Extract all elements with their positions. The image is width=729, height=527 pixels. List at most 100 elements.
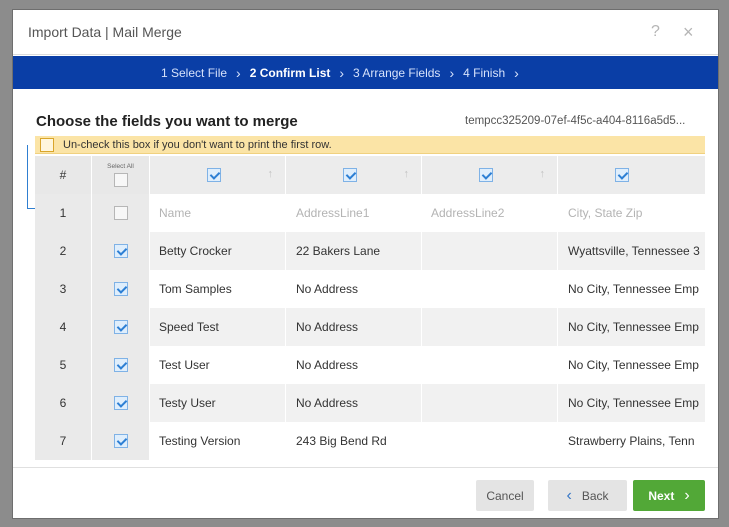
column-include-checkbox[interactable] xyxy=(615,168,629,182)
table-cell: Test User xyxy=(150,346,286,384)
select-all-label: Select All xyxy=(107,163,134,170)
table-cell: 22 Bakers Lane xyxy=(286,232,422,270)
connector-line xyxy=(27,145,28,209)
wizard-step-arrange-fields[interactable]: 3 Arrange Fields xyxy=(353,66,440,80)
chevron-right-icon: › xyxy=(684,486,690,504)
row-number: 1 xyxy=(35,194,92,232)
back-button[interactable]: ‹ Back xyxy=(548,480,627,511)
table-cell: Tom Samples xyxy=(150,270,286,308)
column-header-field-2: ↑ xyxy=(286,156,422,194)
table-row: 3 Tom Samples No Address No City, Tennes… xyxy=(35,270,705,308)
notice-text: Un-check this box if you don't want to p… xyxy=(63,139,332,151)
table-cell: AddressLine2 xyxy=(422,194,558,232)
wizard-step-confirm-list[interactable]: 2 Confirm List xyxy=(250,66,331,80)
wizard-steps-bar: 1 Select File › 2 Confirm List › 3 Arran… xyxy=(13,56,718,89)
table-row: 6 Testy User No Address No City, Tenness… xyxy=(35,384,705,422)
first-row-notice: Un-check this box if you don't want to p… xyxy=(35,136,705,154)
cancel-button[interactable]: Cancel xyxy=(476,480,534,511)
row-number: 6 xyxy=(35,384,92,422)
column-header-field-3: ↑ xyxy=(422,156,558,194)
table-row: 2 Betty Crocker 22 Bakers Lane Wyattsvil… xyxy=(35,232,705,270)
row-checkbox-cell xyxy=(92,270,150,308)
table-cell: City, State Zip xyxy=(558,194,705,232)
select-all-checkbox[interactable] xyxy=(113,173,128,187)
chevron-right-icon: › xyxy=(339,64,345,81)
row-number: 2 xyxy=(35,232,92,270)
dialog-title: Import Data | Mail Merge xyxy=(28,24,182,40)
row-checkbox-cell xyxy=(92,232,150,270)
table-cell: No City, Tennessee Emp xyxy=(558,346,705,384)
sort-arrow-icon[interactable]: ↑ xyxy=(268,168,274,180)
row-checkbox[interactable] xyxy=(113,244,128,258)
table-cell: 243 Big Bend Rd xyxy=(286,422,422,460)
column-include-checkbox[interactable] xyxy=(207,168,221,182)
table-header-row: # Select All ↑ ↑ ↑ ↑ xyxy=(35,156,705,194)
dialog-footer: Cancel ‹ Back Next › xyxy=(13,467,718,518)
table-cell xyxy=(422,308,558,346)
row-checkbox-cell xyxy=(92,308,150,346)
row-number: 3 xyxy=(35,270,92,308)
table-cell: No City, Tennessee Emp xyxy=(558,308,705,346)
table-cell: Testing Version xyxy=(150,422,286,460)
table-cell xyxy=(422,346,558,384)
table-cell: Strawberry Plains, Tenn xyxy=(558,422,705,460)
table-cell xyxy=(422,422,558,460)
next-button-label: Next xyxy=(648,488,675,503)
table-cell: Betty Crocker xyxy=(150,232,286,270)
column-header-field-1: ↑ xyxy=(150,156,286,194)
source-filename: tempcc325209-07ef-4f5c-a404-8116a5d5... xyxy=(465,115,686,127)
table-cell: No City, Tennessee Emp xyxy=(558,270,705,308)
row-checkbox-cell xyxy=(92,422,150,460)
back-button-label: Back xyxy=(581,488,609,503)
close-icon[interactable]: × xyxy=(683,22,694,43)
print-first-row-checkbox[interactable] xyxy=(40,138,54,152)
table-cell: No City, Tennessee Emp xyxy=(558,384,705,422)
sort-arrow-icon[interactable]: ↑ xyxy=(404,168,410,180)
table-cell: Wyattsville, Tennessee 3 xyxy=(558,232,705,270)
table-cell xyxy=(422,384,558,422)
column-header-number: # xyxy=(35,156,92,194)
column-include-checkbox[interactable] xyxy=(479,168,493,182)
row-number: 4 xyxy=(35,308,92,346)
table-cell: Name xyxy=(150,194,286,232)
row-checkbox[interactable] xyxy=(113,282,128,296)
cancel-button-label: Cancel xyxy=(486,488,524,503)
row-checkbox[interactable] xyxy=(113,320,128,334)
row-checkbox[interactable] xyxy=(113,434,128,448)
chevron-right-icon: › xyxy=(236,64,241,81)
select-all-cell: Select All xyxy=(92,156,150,194)
table-cell: No Address xyxy=(286,346,422,384)
wizard-step-finish[interactable]: 4 Finish xyxy=(463,66,505,80)
row-checkbox[interactable] xyxy=(113,358,128,372)
next-button[interactable]: Next › xyxy=(633,480,705,511)
row-checkbox[interactable] xyxy=(113,396,128,410)
table-cell: No Address xyxy=(286,270,422,308)
dialog-titlebar: Import Data | Mail Merge ? × xyxy=(13,10,718,55)
sort-arrow-icon[interactable]: ↑ xyxy=(540,168,546,180)
row-checkbox-cell xyxy=(92,346,150,384)
mail-merge-dialog: Import Data | Mail Merge ? × 1 Select Fi… xyxy=(12,9,719,519)
wizard-step-select-file[interactable]: 1 Select File xyxy=(161,66,227,80)
table-row: 1 Name AddressLine1 AddressLine2 City, S… xyxy=(35,194,705,232)
table-row: 7 Testing Version 243 Big Bend Rd Strawb… xyxy=(35,422,705,460)
merge-fields-table: # Select All ↑ ↑ ↑ ↑ xyxy=(35,156,705,461)
table-cell: AddressLine1 xyxy=(286,194,422,232)
table-row: 5 Test User No Address No City, Tennesse… xyxy=(35,346,705,384)
table-cell xyxy=(422,270,558,308)
column-header-field-4: ↑ xyxy=(558,156,705,194)
help-icon[interactable]: ? xyxy=(651,23,660,41)
table-cell: Testy User xyxy=(150,384,286,422)
row-number: 7 xyxy=(35,422,92,460)
row-checkbox[interactable] xyxy=(113,206,128,220)
row-checkbox-cell xyxy=(92,194,150,232)
table-cell: No Address xyxy=(286,384,422,422)
table-cell: Speed Test xyxy=(150,308,286,346)
row-number: 5 xyxy=(35,346,92,384)
table-cell xyxy=(422,232,558,270)
chevron-left-icon: ‹ xyxy=(566,486,572,504)
row-checkbox-cell xyxy=(92,384,150,422)
page-heading: Choose the fields you want to merge xyxy=(36,113,298,130)
chevron-right-icon: › xyxy=(514,64,519,81)
chevron-right-icon: › xyxy=(449,64,455,81)
column-include-checkbox[interactable] xyxy=(343,168,357,182)
